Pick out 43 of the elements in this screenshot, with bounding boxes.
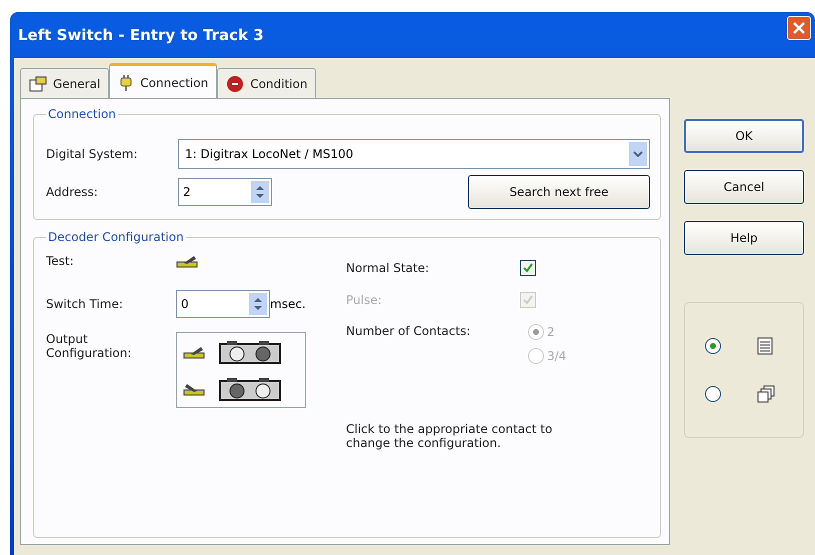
chevron-down-icon[interactable] (633, 151, 643, 157)
unit-label: msec. (270, 297, 306, 311)
turnout-icon (183, 344, 205, 358)
dropdown[interactable]: 1: Digitrax LocoNet / MS100 (178, 139, 650, 169)
windows-icon[interactable] (757, 385, 775, 403)
turnout-icon (176, 254, 198, 268)
window-title: Left Switch - Entry to Track 3 (18, 26, 264, 44)
checkbox-label: Normal State: (346, 261, 430, 275)
field-label: Number of Contacts: (346, 324, 472, 338)
tab[interactable]: General (20, 68, 110, 98)
dialog-button[interactable]: OK (684, 119, 804, 153)
stop-icon (226, 74, 244, 92)
group-title: Decoder Configuration (47, 230, 185, 244)
spin-field[interactable]: 0 (176, 290, 270, 318)
spinner-arrows-icon[interactable] (256, 185, 264, 199)
plug-icon (118, 74, 134, 92)
spinner-arrows-icon[interactable] (254, 297, 262, 311)
tab[interactable]: Condition (217, 68, 316, 98)
radio-label: 3/4 (547, 349, 566, 363)
dialog-button[interactable]: Help (684, 221, 804, 255)
checkbox-label: Pulse: (346, 293, 383, 307)
radio-button[interactable] (705, 386, 721, 402)
list-icon[interactable] (757, 337, 773, 355)
field-label: Output Configuration: (46, 332, 132, 360)
field-label: Digital System: (46, 147, 139, 161)
search-button[interactable]: Search next free (468, 175, 650, 209)
radio-button[interactable] (705, 338, 721, 354)
field-label: Switch Time: (46, 297, 124, 311)
dialog-button[interactable]: Cancel (684, 170, 804, 204)
properties-icon (29, 76, 47, 92)
contact-pair-icon[interactable] (219, 340, 281, 364)
radio-label: 2 (547, 325, 555, 339)
tab[interactable]: Connection (109, 63, 218, 99)
contact-pair-icon[interactable] (219, 376, 281, 400)
close-button[interactable] (787, 16, 811, 40)
checkbox[interactable] (520, 260, 536, 276)
hint-text: Click to the appropriate contact to change the configuration. (346, 422, 554, 450)
spin-field[interactable]: 2 (178, 178, 272, 206)
group-title: Connection (47, 107, 117, 121)
field-label: Address: (46, 185, 99, 199)
close-icon (792, 21, 806, 35)
field-label: Test: (46, 254, 75, 268)
turnout-icon (183, 382, 205, 396)
